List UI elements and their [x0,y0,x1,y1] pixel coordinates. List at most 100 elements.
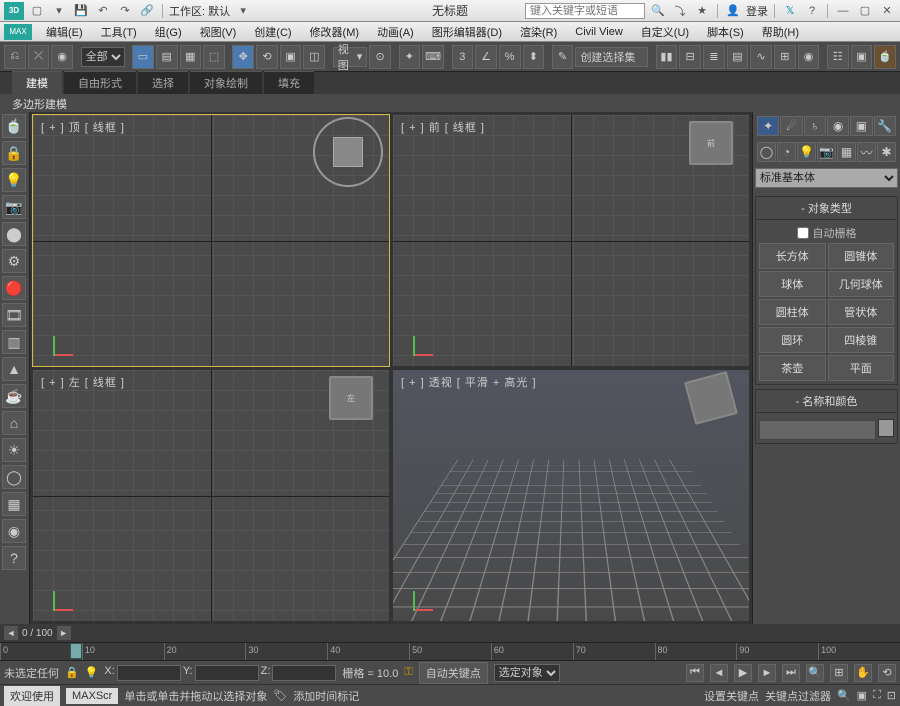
lb-circle-icon[interactable]: ◯ [2,465,26,489]
menu-views[interactable]: 视图(V) [192,22,245,42]
lb-cup-icon[interactable]: ☕ [2,384,26,408]
btn-teapot[interactable]: 茶壶 [759,355,826,381]
lights-icon[interactable]: 💡 [797,142,816,162]
signin-arrow-icon[interactable]: ⤵ [671,2,689,20]
search-input[interactable] [525,3,645,19]
autokey-button[interactable]: 自动关键点 [419,662,488,684]
timeline[interactable]: 0 10 20 30 40 50 60 70 80 90 100 [0,642,900,660]
btn-pyramid[interactable]: 四棱锥 [828,327,895,353]
object-name-input[interactable] [759,420,876,440]
new-icon[interactable]: ▢ [28,2,46,20]
display-tab-icon[interactable]: ▣ [850,116,872,136]
viewcube-left[interactable]: 左 [329,376,373,420]
menu-script[interactable]: 脚本(S) [699,22,752,42]
workspace-label[interactable]: 工作区: 默认 [169,3,230,19]
keyfilter-label[interactable]: 关键点过滤器 [765,688,831,704]
menu-civil[interactable]: Civil View [567,24,630,40]
rotate-icon[interactable]: ⟲ [256,45,278,69]
maximize-icon[interactable]: ▢ [856,2,874,20]
move-icon[interactable]: ✥ [232,45,254,69]
helpers-icon[interactable]: ▦ [837,142,856,162]
lb-camera-icon[interactable]: 📷 [2,195,26,219]
nav-max-icon[interactable]: ⛶ [873,689,881,702]
scroll-left-icon[interactable]: ◄ [4,626,18,640]
addtime-label[interactable]: 添加时间标记 [293,688,359,704]
close-icon[interactable]: ✕ [878,2,896,20]
systems-icon[interactable]: ✱ [877,142,896,162]
btn-tube[interactable]: 管状体 [828,299,895,325]
link-icon[interactable]: 🔗 [138,2,156,20]
play-icon[interactable]: ▶ [734,664,752,682]
spinner-snap-icon[interactable]: ⬍ [523,45,545,69]
x-field[interactable] [117,665,181,681]
timetag-icon[interactable]: 🏷 [273,689,287,702]
rect-select-icon[interactable]: ▦ [180,45,202,69]
btn-cone[interactable]: 圆锥体 [828,243,895,269]
save-icon[interactable]: 💾 [72,2,90,20]
menu-render[interactable]: 渲染(R) [512,22,565,42]
lb-panel-icon[interactable]: ▥ [2,330,26,354]
lb-reel-icon[interactable]: 🎞 [2,303,26,327]
percent-snap-icon[interactable]: % [499,45,521,69]
tab-modeling[interactable]: 建模 [12,71,62,94]
favorite-icon[interactable]: ★ [693,2,711,20]
lb-teapot-icon[interactable]: 🍵 [2,114,26,138]
render-icon[interactable]: 🍵 [874,45,896,69]
lb-material-icon[interactable]: ◉ [2,519,26,543]
redo-icon[interactable]: ↷ [116,2,134,20]
menu-help[interactable]: 帮助(H) [754,22,807,42]
cameras-icon[interactable]: 📷 [817,142,836,162]
modify-tab-icon[interactable]: ☄ [780,116,802,136]
render-frame-icon[interactable]: ▣ [851,45,873,69]
orbit-icon[interactable]: ⟲ [878,664,896,682]
render-setup-icon[interactable]: ☷ [827,45,849,69]
search-icon[interactable]: 🔍 [649,2,667,20]
bulb-icon[interactable]: 💡 [85,666,99,679]
z-field[interactable] [272,665,336,681]
selset-dropdown[interactable]: 创建选择集 [575,47,648,67]
tab-objectpaint[interactable]: 对象绘制 [190,71,262,94]
angle-snap-icon[interactable]: ∠ [475,45,497,69]
align-icon[interactable]: ⊟ [679,45,701,69]
nav-zoom-icon[interactable]: 🔍 [837,689,851,702]
motion-tab-icon[interactable]: ◉ [827,116,849,136]
maxscript-label[interactable]: MAXScr [66,688,118,704]
menu-graph[interactable]: 图形编辑器(D) [424,22,510,42]
key-icon[interactable]: ⚿ [404,666,412,679]
bind-icon[interactable]: ◉ [51,45,73,69]
lb-sphere-icon[interactable]: ⬤ [2,222,26,246]
spacewarps-icon[interactable]: 〰 [857,142,876,162]
lb-lock-icon[interactable]: 🔒 [2,141,26,165]
lb-gear-icon[interactable]: ⚙ [2,249,26,273]
create-tab-icon[interactable]: ✦ [757,116,779,136]
lb-record-icon[interactable]: 🔴 [2,276,26,300]
select-link-icon[interactable]: ⎌ [4,45,26,69]
mirror-icon[interactable]: ▮▮ [656,45,678,69]
nav-field-icon[interactable]: ▣ [857,689,867,702]
objtype-header[interactable]: 对象类型 [756,197,897,220]
zoom-icon[interactable]: 🔍 [806,664,824,682]
viewport-persp-label[interactable]: [ + ] 透视 [ 平滑 + 高光 ] [401,374,537,390]
viewcube-top[interactable] [313,117,383,187]
hierarchy-tab-icon[interactable]: ♄ [804,116,826,136]
nav-extra-icon[interactable]: ⊡ [887,689,896,702]
minimize-icon[interactable]: — [834,2,852,20]
btn-cylinder[interactable]: 圆柱体 [759,299,826,325]
explorer-icon[interactable]: ▤ [727,45,749,69]
menu-customize[interactable]: 自定义(U) [633,22,697,42]
lb-arch-icon[interactable]: ⌂ [2,411,26,435]
utilities-tab-icon[interactable]: 🔧 [874,116,896,136]
next-frame-icon[interactable]: ► [758,664,776,682]
viewport-front[interactable]: [ + ] 前 [ 线框 ] 前 [392,114,750,367]
namecolor-header[interactable]: 名称和颜色 [756,390,897,413]
viewport-top-label[interactable]: [ + ] 顶 [ 线框 ] [41,119,125,135]
refcoord-dropdown[interactable]: 视图 ▾ [333,47,368,67]
manip-icon[interactable]: ✦ [399,45,421,69]
goto-end-icon[interactable]: ⏭ [782,664,800,682]
pivot-icon[interactable]: ⊙ [369,45,391,69]
prev-frame-icon[interactable]: ◄ [710,664,728,682]
workspace-dropdown-icon[interactable]: ▾ [234,2,252,20]
menu-edit[interactable]: 编辑(E) [38,22,91,42]
scroll-right-icon[interactable]: ► [57,626,71,640]
menu-tools[interactable]: 工具(T) [93,22,145,42]
